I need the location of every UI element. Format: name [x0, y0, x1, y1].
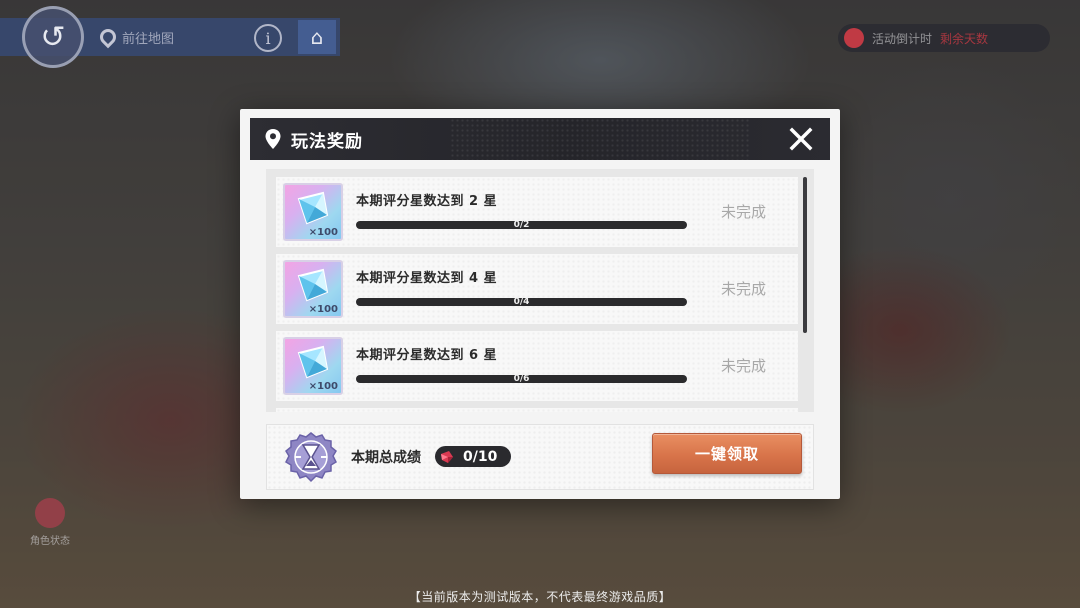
- crystal-icon: [297, 191, 329, 225]
- task-status: 未完成: [720, 280, 766, 298]
- task-status: 未完成: [720, 357, 766, 375]
- reward-quantity: ×100: [308, 381, 338, 392]
- character-avatar: [35, 498, 65, 528]
- location-pin-icon: [264, 128, 282, 150]
- claim-all-button[interactable]: 一键领取: [652, 433, 802, 474]
- home-icon: ⌂: [310, 25, 324, 49]
- rewards-modal: 玩法奖励 ×100 本期评分星数达到 2 星 0/2 未完成 ×100 本期评分…: [240, 109, 840, 499]
- list-scrollbar[interactable]: [803, 177, 807, 333]
- total-score-pill: 0/10: [435, 446, 511, 467]
- summary-panel: 本期总成绩 0/10 一键领取: [266, 424, 814, 490]
- crystal-icon: [297, 345, 329, 379]
- reward-quantity: ×100: [308, 304, 338, 315]
- reward-item[interactable]: ×100: [283, 260, 343, 318]
- task-progress-text: 0/6: [513, 374, 530, 384]
- event-record-icon: [844, 28, 864, 48]
- task-row: ×100 本期评分星数达到 2 星 0/2 未完成: [276, 177, 798, 247]
- reward-item[interactable]: ×100: [283, 183, 343, 241]
- task-progress-text: 0/4: [513, 297, 530, 307]
- crystal-icon: [297, 268, 329, 302]
- character-status-label: 角色状态: [30, 536, 70, 547]
- reward-quantity: ×100: [308, 227, 338, 238]
- task-description: 本期评分星数达到 2 星: [356, 194, 498, 209]
- location-pin-icon: [96, 25, 120, 49]
- total-score-value: 0/10: [463, 448, 498, 465]
- character-status-button[interactable]: 角色状态: [26, 498, 74, 556]
- task-description: 本期评分星数达到 4 星: [356, 271, 498, 286]
- info-icon[interactable]: i: [254, 24, 282, 52]
- modal-header: 玩法奖励: [250, 118, 830, 160]
- task-status: 未完成: [720, 203, 766, 221]
- star-gem-icon: [441, 450, 453, 463]
- task-row: ×100 本期评分星数达到 4 星 0/4 未完成: [276, 254, 798, 324]
- event-timer-remaining: 剩余天数: [940, 31, 989, 46]
- task-row: ×100 本期评分星数达到 6 星 0/6 未完成: [276, 331, 798, 401]
- event-timer-label: 活动倒计时: [872, 31, 933, 46]
- task-progress-text: 0/2: [513, 220, 530, 230]
- back-button[interactable]: ↺: [22, 6, 84, 68]
- task-list[interactable]: ×100 本期评分星数达到 2 星 0/2 未完成 ×100 本期评分星数达到 …: [266, 169, 814, 412]
- summary-label: 本期总成绩: [351, 450, 421, 466]
- modal-title: 玩法奖励: [291, 131, 363, 152]
- reward-item[interactable]: ×100: [283, 337, 343, 395]
- event-timer-pill[interactable]: 活动倒计时 剩余天数: [838, 24, 1050, 52]
- task-description: 本期评分星数达到 6 星: [356, 348, 498, 363]
- task-row-partial: [276, 408, 798, 412]
- map-location-button[interactable]: 前往地图: [96, 22, 240, 52]
- home-button[interactable]: ⌂: [298, 20, 336, 54]
- test-version-notice: 【当前版本为测试版本，不代表最终游戏品质】: [408, 590, 672, 604]
- close-button[interactable]: [786, 124, 816, 154]
- hourglass-badge-icon: [285, 432, 337, 484]
- map-location-label: 前往地图: [122, 31, 175, 47]
- back-arrow-icon: ↺: [40, 19, 66, 55]
- close-icon: [789, 127, 813, 151]
